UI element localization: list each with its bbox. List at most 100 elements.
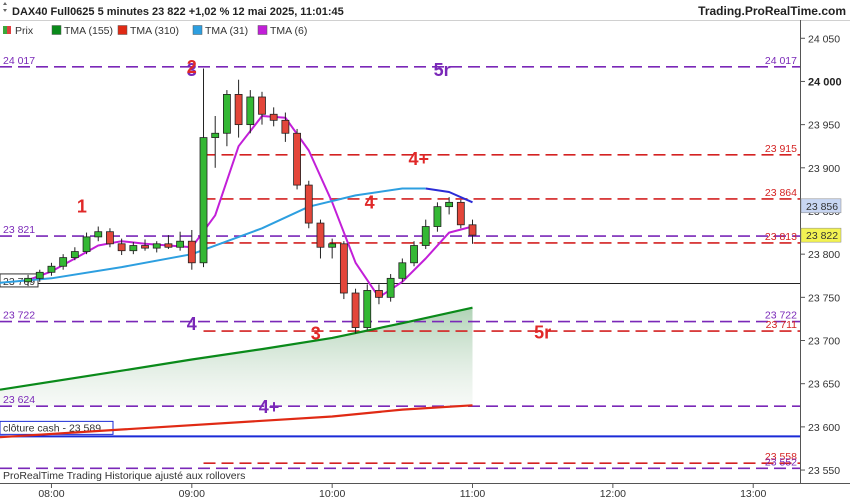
x-tick-label: 10:00 bbox=[319, 488, 345, 500]
candle-body bbox=[47, 265, 56, 273]
level-label-right: 23 711 bbox=[766, 319, 797, 331]
candle-body bbox=[223, 94, 231, 134]
plot-background bbox=[0, 20, 800, 483]
legend-swatch-icon bbox=[192, 25, 203, 35]
y-tick-label: 23 600 bbox=[808, 422, 840, 434]
footer-note: ProRealTime Trading Historique ajusté au… bbox=[3, 470, 245, 482]
candle-body bbox=[246, 96, 255, 126]
level-label-right: 23 552 bbox=[765, 456, 797, 468]
candle-body bbox=[433, 206, 442, 227]
level-label-left: 24 017 bbox=[3, 55, 35, 67]
wave-label: 5r bbox=[534, 323, 551, 343]
candle-body bbox=[82, 236, 91, 252]
candle-body bbox=[234, 94, 243, 126]
level-label-left: 23 624 bbox=[3, 394, 35, 406]
candle-body bbox=[187, 240, 196, 264]
candle-body bbox=[94, 231, 103, 238]
price-chart[interactable]: DAX40 Full0625 5 minutes 23 822 +1,02 % … bbox=[0, 0, 850, 500]
candle-body bbox=[35, 271, 44, 279]
legend-label: TMA (155) bbox=[64, 25, 113, 37]
candle-icon bbox=[3, 26, 7, 34]
price-marker-label: 23 856 bbox=[806, 201, 838, 213]
wave-label: 5r bbox=[434, 60, 451, 80]
y-tick-label: 24 000 bbox=[808, 76, 842, 88]
candle-body bbox=[386, 277, 395, 298]
candle-body bbox=[269, 113, 278, 121]
legend-swatch-icon bbox=[51, 25, 62, 35]
level-label-right: 23 915 bbox=[765, 143, 797, 155]
x-axis: 08:00 09:00 10:00 11:00 12:00 13:00 bbox=[38, 483, 767, 500]
wave-label: 4+ bbox=[259, 397, 280, 417]
candle-body bbox=[363, 290, 372, 328]
x-tick-label: 12:00 bbox=[600, 488, 626, 500]
x-tick-label: 08:00 bbox=[38, 488, 64, 500]
collapse-arrows-icon[interactable] bbox=[3, 2, 7, 12]
candle-body bbox=[106, 231, 114, 245]
candle-icon-down bbox=[7, 26, 11, 34]
level-label-right: 23 813 bbox=[765, 231, 797, 243]
candle-body bbox=[117, 243, 126, 252]
candle[interactable] bbox=[456, 199, 465, 229]
candle-body bbox=[129, 245, 138, 252]
candle-body bbox=[293, 132, 301, 186]
chart-title: DAX40 Full0625 5 minutes 23 822 +1,02 % … bbox=[12, 6, 344, 18]
candle-body bbox=[281, 119, 290, 134]
level-label-right: 24 017 bbox=[765, 55, 797, 67]
candle[interactable] bbox=[339, 241, 348, 300]
y-tick-label: 24 050 bbox=[808, 33, 840, 45]
legend-label: Prix bbox=[15, 25, 34, 37]
candle[interactable] bbox=[363, 284, 372, 331]
wave-label: 4 bbox=[187, 314, 197, 334]
candle-body bbox=[328, 243, 337, 248]
candle-body bbox=[258, 96, 266, 115]
candle[interactable] bbox=[386, 274, 395, 302]
y-tick-label: 23 750 bbox=[808, 292, 840, 304]
brand-label: Trading.ProRealTime.com bbox=[698, 4, 846, 18]
header-bar: DAX40 Full0625 5 minutes 23 822 +1,02 % … bbox=[3, 2, 846, 18]
candle-body bbox=[211, 132, 220, 138]
y-tick-label: 23 700 bbox=[808, 336, 840, 348]
candle-body bbox=[421, 226, 430, 246]
candle-body bbox=[456, 201, 465, 226]
y-tick-label: 23 800 bbox=[808, 249, 840, 261]
candle-body bbox=[164, 243, 173, 248]
candle-body bbox=[398, 262, 407, 279]
level-label-right: 23 864 bbox=[765, 187, 797, 199]
candle-body bbox=[316, 222, 325, 248]
candle-body bbox=[304, 184, 313, 224]
candle-body bbox=[468, 224, 477, 236]
candle-body bbox=[141, 245, 149, 249]
wave-label: 2 bbox=[187, 57, 197, 77]
candle-body bbox=[70, 251, 79, 259]
y-tick-label: 23 650 bbox=[808, 379, 840, 391]
candle-body bbox=[410, 245, 418, 264]
wave-label: 3 bbox=[311, 324, 321, 344]
candle-body bbox=[152, 243, 161, 249]
candle-body bbox=[24, 277, 32, 283]
candle[interactable] bbox=[304, 180, 313, 229]
wave-label: 4 bbox=[365, 192, 375, 212]
legend-label: TMA (6) bbox=[270, 25, 307, 37]
candle-body bbox=[59, 257, 68, 267]
candle[interactable] bbox=[293, 128, 301, 190]
wave-label: 4+ bbox=[408, 149, 429, 169]
x-tick-label: 09:00 bbox=[179, 488, 205, 500]
candle-body bbox=[375, 290, 383, 298]
candle-body bbox=[176, 240, 185, 248]
candle-body bbox=[339, 243, 348, 294]
level-label-left: 23 722 bbox=[3, 310, 35, 322]
price-marker-label: 23 822 bbox=[806, 230, 838, 242]
candle-body bbox=[199, 137, 208, 264]
wave-label: 1 bbox=[77, 197, 87, 217]
legend-label: TMA (31) bbox=[205, 25, 248, 37]
candle[interactable] bbox=[351, 288, 360, 334]
y-axis: 23 550 23 600 23 650 23 700 23 750 23 800 23 8… bbox=[800, 33, 842, 477]
legend-swatch-icon bbox=[257, 25, 268, 35]
y-tick-label: 23 550 bbox=[808, 465, 840, 477]
level-label-left: 23 821 bbox=[3, 224, 35, 236]
x-tick-label: 11:00 bbox=[460, 488, 486, 500]
y-tick-label: 23 900 bbox=[808, 163, 840, 175]
candle-body bbox=[351, 292, 360, 328]
candle-body bbox=[445, 201, 454, 208]
x-tick-label: 13:00 bbox=[740, 488, 766, 500]
